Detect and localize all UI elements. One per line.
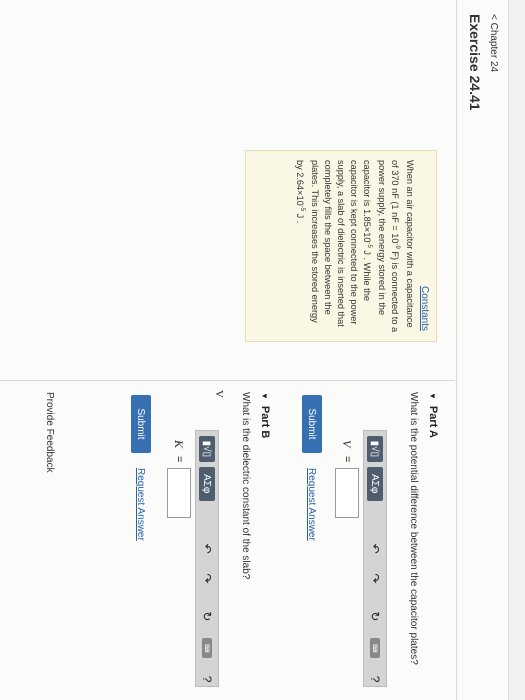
top-strip	[508, 0, 525, 700]
part-a-title: Part A	[427, 405, 439, 438]
keyboard-icon[interactable]: ⌨	[370, 638, 380, 659]
part-a-header[interactable]: ▼ Part A	[427, 392, 439, 438]
part-a-unit: V	[213, 390, 225, 398]
page: < Chapter 24 Exercise 24.41 Constants Wh…	[0, 0, 525, 700]
exercise-title: Exercise 24.41	[467, 14, 483, 111]
part-a-question: What is the potential difference between…	[408, 392, 419, 665]
help-icon[interactable]: ?	[367, 672, 383, 686]
collapse-triangle-icon: ▼	[260, 392, 269, 400]
part-b-submit-button[interactable]: Submit	[131, 395, 151, 453]
part-b-answer-row: K =	[167, 440, 191, 519]
greek-letters-button[interactable]: ΑΣφ	[199, 466, 215, 501]
template-icon[interactable]: ▮√▯	[367, 436, 383, 462]
part-b-request-answer[interactable]: Request Answer	[135, 468, 146, 541]
undo-icon[interactable]: ↶	[199, 541, 215, 557]
help-icon[interactable]: ?	[199, 672, 215, 686]
undo-icon[interactable]: ↶	[367, 541, 383, 557]
provide-feedback-link[interactable]: Provide Feedback	[44, 392, 55, 473]
problem-statement: Constants When an air capacitor with a c…	[245, 150, 437, 342]
constants-link[interactable]: Constants	[419, 286, 430, 331]
collapse-triangle-icon: ▼	[428, 392, 437, 400]
redo-icon[interactable]: ↷	[199, 570, 215, 586]
template-icon[interactable]: ▮√▯	[199, 436, 215, 462]
column-divider	[0, 380, 455, 381]
answer-variable: V	[340, 440, 355, 448]
chapter-link[interactable]: < Chapter 24	[488, 14, 499, 72]
greek-letters-button[interactable]: ΑΣφ	[367, 466, 383, 501]
part-b-toolbar: ▮√▯ ΑΣφ ↶ ↷ ↻ ⌨ ?	[195, 430, 219, 687]
problem-text-4: J .	[294, 211, 305, 224]
answer-variable: K	[172, 440, 187, 449]
equals-sign: =	[341, 456, 353, 463]
part-b-question: What is the dielectric constant of the s…	[240, 392, 251, 580]
reset-icon[interactable]: ↻	[367, 608, 383, 624]
header-divider	[456, 0, 457, 700]
equals-sign: =	[173, 456, 185, 463]
part-b-header[interactable]: ▼ Part B	[259, 392, 271, 438]
problem-text: When an air capacitor with a capacitance…	[293, 160, 416, 334]
part-a-toolbar: ▮√▯ ΑΣφ ↶ ↷ ↻ ⌨ ?	[363, 430, 387, 687]
keyboard-icon[interactable]: ⌨	[202, 638, 212, 659]
part-a-answer-row: V =	[335, 440, 359, 519]
part-a-request-answer[interactable]: Request Answer	[306, 468, 317, 541]
redo-icon[interactable]: ↷	[367, 570, 383, 586]
part-b-title: Part B	[259, 405, 271, 439]
part-a-answer-input[interactable]	[335, 468, 359, 519]
part-b-answer-input[interactable]	[167, 468, 191, 519]
reset-icon[interactable]: ↻	[199, 608, 215, 624]
problem-text-3: J . While the capacitor is kept connecte…	[294, 160, 372, 327]
part-a-submit-button[interactable]: Submit	[302, 395, 322, 453]
